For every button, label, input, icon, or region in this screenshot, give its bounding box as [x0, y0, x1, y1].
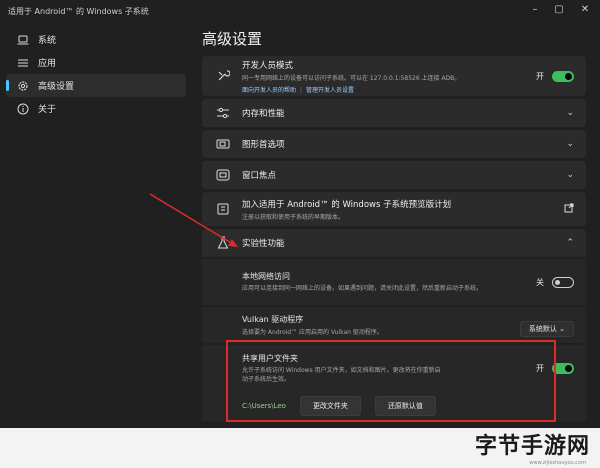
minimize-icon[interactable]: –	[524, 2, 546, 18]
sidebar-item-about[interactable]: 关于	[6, 97, 186, 120]
maximize-icon[interactable]: ▢	[548, 2, 570, 18]
sidebar-item-label: 高级设置	[38, 82, 75, 92]
link-separator: |	[300, 86, 303, 94]
preview-program-card[interactable]: 加入适用于 Android™ 的 Windows 子系统预览版计划 注册以获取和…	[202, 192, 586, 226]
preview-icon	[214, 202, 232, 216]
vulkan-driver-row: Vulkan 驱动程序 选择要为 Android™ 应用启用的 Vulkan 驱…	[202, 307, 586, 343]
experimental-features-card[interactable]: 实验性功能 ⌃	[202, 229, 586, 257]
sidebar-item-advanced[interactable]: 高级设置	[6, 74, 186, 97]
memory-performance-label: 内存和性能	[242, 109, 285, 119]
developer-mode-card: 开发人员模式 同一专用网络上的设备可以访问子系统。可以在 127.0.0.1:5…	[202, 56, 586, 96]
graphics-card[interactable]: 图形首选项 ⌄	[202, 130, 586, 158]
developer-mode-state: 开	[536, 71, 544, 81]
memory-performance-card[interactable]: 内存和性能 ⌄	[202, 99, 586, 127]
gpu-icon	[214, 138, 232, 150]
sliders-icon	[214, 107, 232, 119]
local-network-toggle[interactable]	[552, 276, 574, 288]
watermark-bar: 字节手游网 www.zijieshouyou.com	[0, 428, 600, 468]
vulkan-driver-desc: 选择要为 Android™ 应用启用的 Vulkan 驱动程序。	[242, 329, 383, 336]
highlight-box	[226, 340, 556, 422]
watermark-url: www.zijieshouyou.com	[529, 460, 586, 466]
developer-mode-toggle[interactable]	[552, 70, 574, 82]
sidebar-item-apps[interactable]: 应用	[6, 51, 186, 74]
list-icon	[16, 58, 30, 68]
watermark-text: 字节手游网	[474, 434, 590, 459]
laptop-icon	[16, 35, 30, 45]
local-network-desc: 应用可以连接到同一网络上的设备。如果遇到问题，请关闭此设置，然后重新启动子系统。	[242, 285, 483, 292]
manage-developer-settings-link[interactable]: 管理开发人员设置	[306, 87, 354, 94]
developer-help-link[interactable]: 面向开发人员的帮助	[242, 87, 296, 94]
chevron-up-icon: ⌃	[566, 238, 574, 248]
window-focus-icon	[214, 169, 232, 181]
title-bar: 适用于 Android™ 的 Windows 子系统 – ▢ ✕	[0, 0, 600, 22]
local-network-label: 本地网络访问	[242, 272, 290, 281]
sidebar: 系统 应用 高级设置 关于	[0, 28, 192, 120]
window-focus-label: 窗口焦点	[242, 171, 277, 181]
chevron-down-icon: ⌄	[566, 170, 574, 180]
local-network-row: 本地网络访问 应用可以连接到同一网络上的设备。如果遇到问题，请关闭此设置，然后重…	[202, 259, 586, 305]
chevron-down-icon: ⌄	[559, 324, 565, 333]
tools-icon	[214, 69, 232, 83]
preview-program-label: 加入适用于 Android™ 的 Windows 子系统预览版计划	[242, 199, 452, 210]
info-icon	[16, 103, 30, 115]
chevron-down-icon: ⌄	[566, 108, 574, 118]
preview-program-desc: 注册以获取和使用子系统的早期版本。	[242, 213, 345, 221]
window-title: 适用于 Android™ 的 Windows 子系统	[8, 7, 149, 16]
chevron-down-icon: ⌄	[566, 139, 574, 149]
sidebar-item-label: 应用	[38, 59, 57, 69]
flask-icon	[214, 236, 232, 250]
page-title: 高级设置	[202, 30, 263, 48]
vulkan-driver-value: 系统默认	[528, 324, 557, 333]
sidebar-item-label: 系统	[38, 36, 57, 46]
sidebar-item-system[interactable]: 系统	[6, 28, 186, 51]
close-icon[interactable]: ✕	[574, 2, 596, 18]
vulkan-driver-dropdown[interactable]: 系统默认 ⌄	[519, 320, 574, 337]
developer-mode-label: 开发人员模式	[242, 60, 294, 71]
window-focus-card[interactable]: 窗口焦点 ⌄	[202, 161, 586, 189]
developer-mode-desc: 同一专用网络上的设备可以访问子系统。可以在 127.0.0.1:58526 上连…	[242, 74, 461, 82]
vulkan-driver-label: Vulkan 驱动程序	[242, 315, 304, 324]
gear-icon	[16, 80, 30, 92]
experimental-features-label: 实验性功能	[242, 239, 285, 249]
sidebar-item-label: 关于	[38, 105, 57, 115]
local-network-state: 关	[536, 277, 544, 287]
external-link-icon	[564, 203, 574, 216]
graphics-label: 图形首选项	[242, 140, 285, 150]
